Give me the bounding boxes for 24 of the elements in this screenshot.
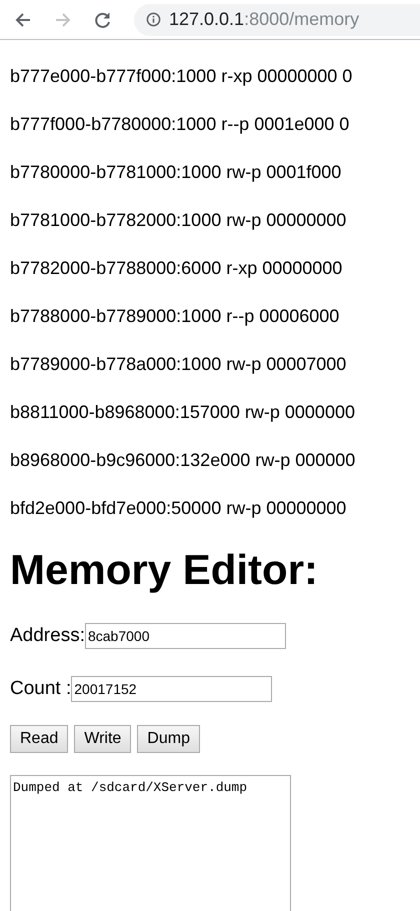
memory-map-line: b8968000-b9c96000:132e000 rw-p 000000	[10, 449, 356, 472]
memory-map-line: b7780000-b7781000:1000 rw-p 0001f000	[10, 161, 342, 184]
editor-heading: Memory Editor:	[10, 546, 320, 594]
back-arrow-icon[interactable]	[14, 10, 32, 28]
memory-map-line: b7788000-b7789000:1000 r--p 00006000	[10, 305, 340, 328]
input-field[interactable]: 8cab7000	[84, 623, 286, 650]
memory-map-line: b777f000-b7780000:1000 r--p 0001e000 0	[10, 113, 350, 136]
memory-map-line: bfd2e000-bfd7e000:50000 rw-p 00000000	[10, 497, 348, 520]
input-field[interactable]: 20017152	[71, 676, 272, 702]
memory-map-line: b7789000-b778a000:1000 rw-p 00007000	[10, 353, 348, 376]
memory-map-line: b8811000-b8968000:157000 rw-p 0000000	[10, 401, 356, 424]
reload-icon[interactable]	[94, 10, 112, 28]
action-button[interactable]: Read	[10, 725, 68, 753]
action-button[interactable]: Dump	[137, 725, 200, 753]
info-icon[interactable]	[146, 12, 161, 27]
memory-map-line: b7782000-b7788000:6000 r-xp 00000000	[10, 257, 344, 280]
field-label: Count :	[10, 676, 72, 700]
address-bar[interactable]: 127.0.0.1:8000/memory	[134, 4, 420, 36]
url-text: 127.0.0.1:8000/memory	[169, 8, 360, 31]
memory-map-line: b7781000-b7782000:1000 rw-p 00000000	[10, 209, 348, 232]
action-button[interactable]: Write	[74, 725, 132, 753]
output-textarea[interactable]: Dumped at /sdcard/XServer.dump	[10, 775, 291, 911]
memory-map-line: b777e000-b777f000:1000 r-xp 00000000 0	[10, 65, 354, 88]
field-label: Address:	[10, 624, 85, 648]
